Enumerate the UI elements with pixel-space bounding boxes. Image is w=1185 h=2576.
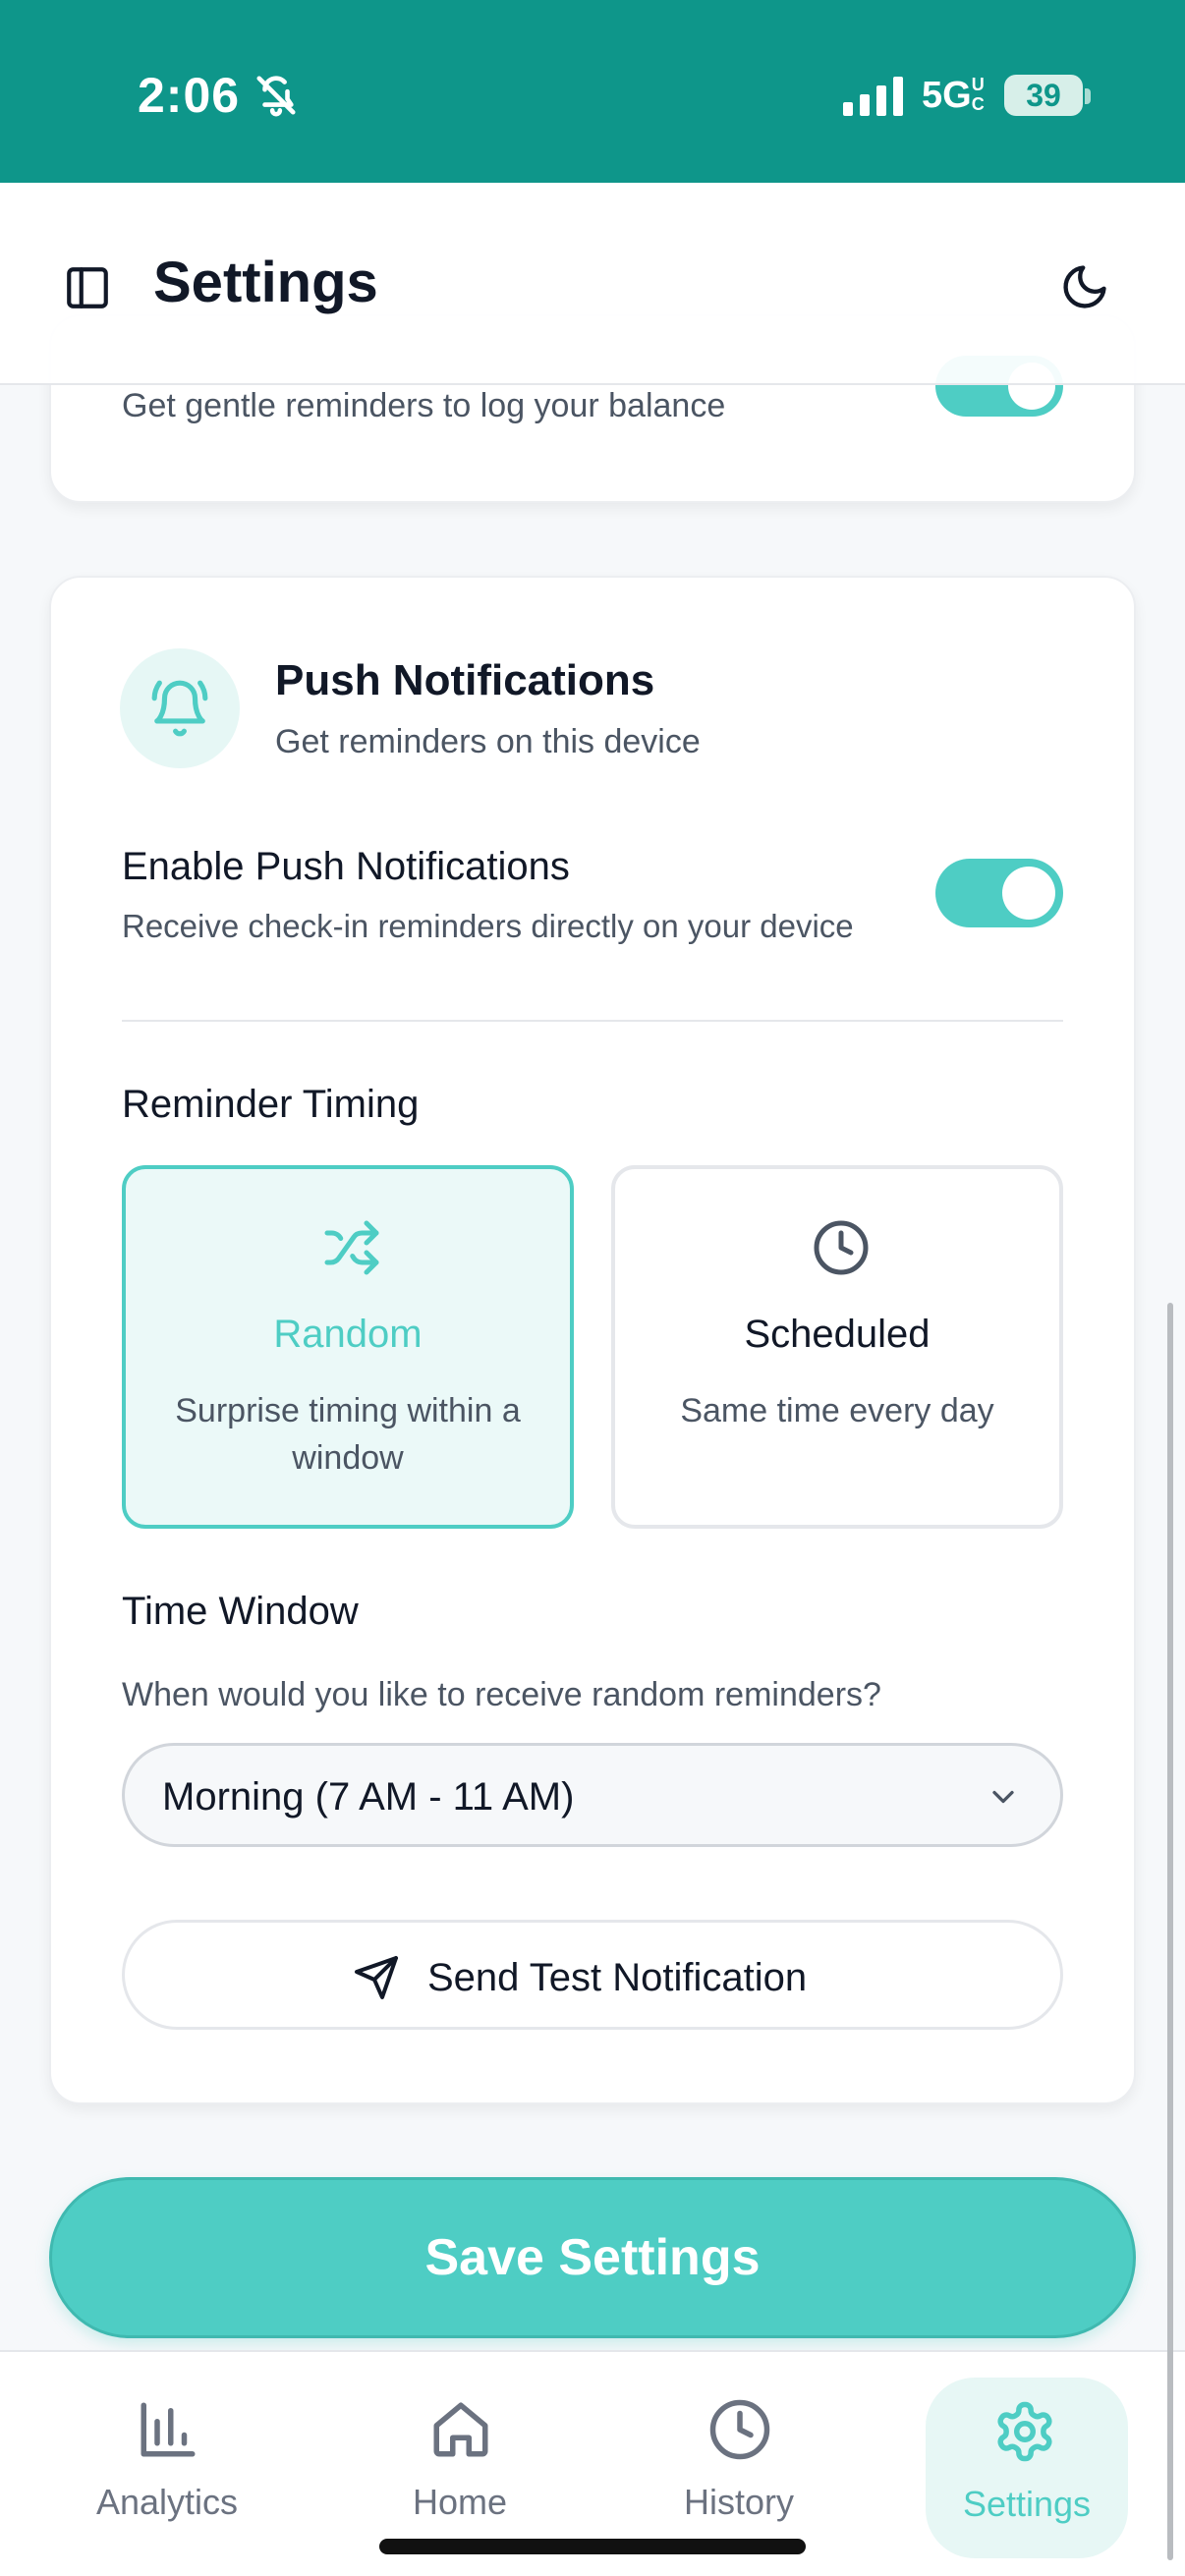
cellular-signal-icon [843,77,903,116]
nav-label: Analytics [95,2482,239,2522]
option-title: Scheduled [744,1313,931,1356]
divider [122,1020,1063,1022]
page-title: Settings [153,251,378,314]
home-icon [433,2402,488,2457]
clock-icon [814,1220,869,1275]
time-window-description: When would you like to receive random re… [122,1676,881,1713]
bar-chart-icon [141,2402,196,2457]
timing-option-random[interactable]: Random Surprise timing within a window [122,1165,574,1529]
option-description: Same time every day [680,1392,994,1429]
bell-ringing-icon [151,680,208,737]
send-icon [355,1956,398,1999]
status-bar: 2:06 5GUC 39 [0,0,1185,183]
enable-push-toggle[interactable] [935,859,1063,927]
nav-label: Home [412,2482,508,2522]
option-title: Random [273,1313,423,1356]
daily-reminder-subtitle: Get gentle reminders to log your balance [122,387,726,424]
push-card-subtitle: Get reminders on this device [275,723,701,760]
network-type: 5GUC [922,75,985,116]
enable-push-description: Receive check-in reminders directly on y… [122,908,854,944]
app-header: Settings [0,183,1185,385]
shuffle-icon [324,1220,379,1275]
time-window-select[interactable]: Morning (7 AM - 11 AM) [122,1743,1063,1847]
nav-item-home[interactable]: Home [362,2358,558,2535]
chevron-down-icon [992,1790,1014,1804]
push-icon-badge [120,648,240,768]
reminder-timing-label: Reminder Timing [122,1083,420,1126]
scrollbar[interactable] [1167,1303,1173,2560]
send-test-label: Send Test Notification [427,1956,808,1999]
send-test-notification-button[interactable]: Send Test Notification [122,1920,1063,2030]
nav-item-analytics[interactable]: Analytics [69,2358,265,2535]
nav-item-settings[interactable]: Settings [926,2378,1128,2558]
clock-icon [709,2399,770,2460]
moon-icon[interactable] [1059,261,1110,312]
bell-slash-icon [256,76,296,117]
nav-label: History [683,2482,794,2522]
time-window-label: Time Window [122,1590,359,1633]
gear-icon [997,2401,1052,2462]
push-card-title: Push Notifications [275,656,655,704]
save-settings-button[interactable]: Save Settings [49,2177,1136,2338]
home-indicator[interactable] [379,2539,806,2554]
battery-icon: 39 [1004,75,1083,116]
toggle-knob [1002,867,1055,920]
battery-level: 39 [1026,78,1061,113]
option-description: Surprise timing within a window [175,1392,521,1477]
battery-nub [1085,88,1091,104]
enable-push-label: Enable Push Notifications [122,845,570,888]
sidebar-toggle-icon[interactable] [63,263,112,312]
nav-item-history[interactable]: History [641,2358,837,2535]
nav-label: Settings [962,2484,1092,2524]
timing-option-scheduled[interactable]: Scheduled Same time every day [611,1165,1063,1529]
status-time: 2:06 [138,68,241,123]
time-window-value: Morning (7 AM - 11 AM) [162,1775,575,1819]
